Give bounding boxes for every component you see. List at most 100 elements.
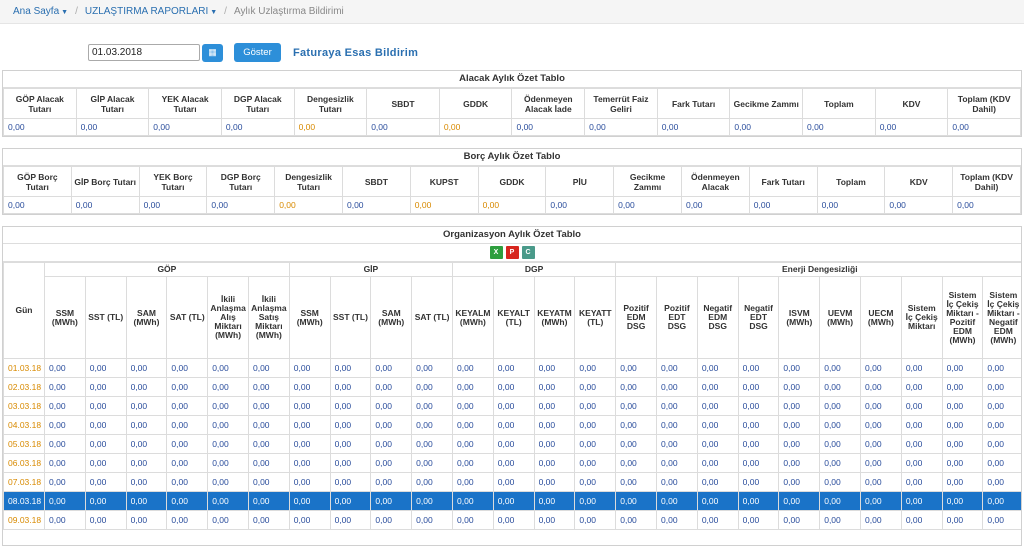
breadcrumb-current: Aylık Uzlaştırma Bildirimi: [233, 6, 344, 17]
value-cell: 0,00: [574, 396, 617, 416]
value-cell: 0,00: [778, 415, 821, 435]
day-cell[interactable]: 01.03.18: [3, 358, 45, 378]
value-cell: 0,00: [411, 434, 453, 454]
alacak-header: Fark Tutarı: [656, 88, 731, 119]
column-header: SAM (MWh): [370, 276, 413, 359]
value-cell: 0,00: [492, 358, 535, 378]
value-cell: 0,00: [370, 453, 413, 473]
column-header: İkili Anlaşma Alış Miktarı (MWh): [207, 276, 249, 359]
borc-header: GÖP Borç Tutarı: [3, 166, 72, 197]
day-cell[interactable]: 04.03.18: [3, 415, 45, 435]
alacak-header: Dengesizlik Tutarı: [293, 88, 368, 119]
value-cell: 0,00: [900, 358, 943, 378]
borc-title: Borç Aylık Özet Tablo: [3, 149, 1021, 166]
value-cell: 0,00: [288, 510, 331, 530]
value-cell: 0,00: [696, 453, 739, 473]
day-cell[interactable]: 02.03.18: [3, 377, 45, 397]
table-row[interactable]: 06.03.18 0,00 0,00 0,00 0,00 0,00 0,00 0,00 0,00…: [3, 453, 1021, 473]
value-cell: 0,00: [574, 472, 617, 492]
day-cell[interactable]: 06.03.18: [3, 453, 45, 473]
day-cell[interactable]: 08.03.18: [3, 491, 45, 511]
value-cell: 0,00: [247, 510, 290, 530]
value-cell: 0,00: [84, 415, 127, 435]
group-header: GİP: [288, 262, 454, 277]
show-button[interactable]: Göster: [234, 43, 281, 62]
breadcrumb-home[interactable]: Ana Sayfa ▼: [13, 6, 68, 17]
value-cell: 0,00: [84, 491, 127, 511]
value-cell: 0,00: [329, 510, 372, 530]
org-panel: Organizasyon Aylık Özet Tablo X P C Gün G…: [2, 226, 1022, 546]
table-row[interactable]: 05.03.18 0,00 0,00 0,00 0,00 0,00 0,00 0,00 0,00…: [3, 434, 1021, 454]
day-cell[interactable]: 07.03.18: [3, 472, 45, 492]
value-cell: 0,00: [288, 396, 331, 416]
alacak-header: GİP Alacak Tutarı: [75, 88, 150, 119]
excel-icon[interactable]: X: [489, 246, 503, 259]
date-input[interactable]: [88, 44, 200, 61]
value-cell: 0,00: [819, 491, 862, 511]
table-row[interactable]: 04.03.18 0,00 0,00 0,00 0,00 0,00 0,00 0,00 0,00…: [3, 415, 1021, 435]
value-cell: 0,00: [533, 453, 576, 473]
column-header: ISVM (MWh): [778, 276, 821, 359]
day-cell[interactable]: 09.03.18: [3, 510, 45, 530]
value-cell: 0,00: [247, 491, 290, 511]
value-cell: 0,00: [247, 415, 290, 435]
value-cell: 0,00: [778, 510, 821, 530]
column-header: SST (TL): [329, 276, 372, 359]
value-cell: 0,00: [411, 453, 453, 473]
borc-header: DGP Borç Tutarı: [206, 166, 276, 197]
alacak-title: Alacak Aylık Özet Tablo: [3, 71, 1021, 88]
value-cell: 0,00: [696, 472, 739, 492]
column-header: SST (TL): [84, 276, 127, 359]
value-cell: 0,00: [737, 434, 780, 454]
value-cell: 0,00: [696, 358, 739, 378]
value-cell: 0,00: [44, 358, 86, 378]
column-header: Sistem İç Çekiş Miktarı - Pozitif EDM (M…: [941, 276, 984, 359]
value-cell: 0,00: [615, 453, 658, 473]
value-cell: 0,00: [982, 434, 1021, 454]
value-cell: 0,00: [574, 377, 617, 397]
value-cell: 0,00: [819, 453, 862, 473]
value-cell: 0,00: [452, 377, 494, 397]
alacak-panel: Alacak Aylık Özet Tablo GÖP Alacak Tutar…: [2, 70, 1022, 137]
alacak-value: 0,00: [3, 118, 77, 136]
column-header: SSM (MWh): [288, 276, 331, 359]
value-cell: 0,00: [656, 396, 698, 416]
value-cell: 0,00: [84, 358, 127, 378]
value-cell: 0,00: [819, 377, 862, 397]
table-row[interactable]: 02.03.18 0,00 0,00 0,00 0,00 0,00 0,00 0,00 0,00…: [3, 377, 1021, 397]
column-header: KEYATM (MWh): [533, 276, 576, 359]
value-cell: 0,00: [819, 396, 862, 416]
value-cell: 0,00: [492, 434, 535, 454]
borc-panel: Borç Aylık Özet Tablo GÖP Borç Tutarı GİP…: [2, 148, 1022, 215]
pdf-icon[interactable]: P: [505, 246, 519, 259]
value-cell: 0,00: [288, 358, 331, 378]
value-cell: 0,00: [125, 396, 168, 416]
day-cell[interactable]: 03.03.18: [3, 396, 45, 416]
export-icons: X P C: [3, 244, 1021, 262]
borc-value: 0,00: [274, 196, 343, 214]
borc-header: Ödenmeyen Alacak: [680, 166, 750, 197]
value-cell: 0,00: [288, 434, 331, 454]
value-cell: 0,00: [656, 377, 698, 397]
value-cell: 0,00: [941, 491, 984, 511]
page-title: Faturaya Esas Bildirim: [293, 46, 419, 59]
value-cell: 0,00: [288, 472, 331, 492]
table-row[interactable]: 09.03.18 0,00 0,00 0,00 0,00 0,00 0,00 0,00 0,00…: [3, 510, 1021, 530]
day-header: Gün: [3, 262, 45, 359]
borc-value: 0,00: [680, 196, 750, 214]
alacak-header: SBDT: [366, 88, 440, 119]
value-cell: 0,00: [860, 396, 902, 416]
value-cell: 0,00: [982, 491, 1021, 511]
value-cell: 0,00: [44, 510, 86, 530]
calendar-button[interactable]: ▦: [202, 43, 223, 62]
group-header: GÖP: [44, 262, 290, 277]
table-row[interactable]: 07.03.18 0,00 0,00 0,00 0,00 0,00 0,00 0,00 0,00…: [3, 472, 1021, 492]
table-row[interactable]: 08.03.18 0,00 0,00 0,00 0,00 0,00 0,00 0,00 0,00…: [3, 491, 1021, 511]
table-row[interactable]: 03.03.18 0,00 0,00 0,00 0,00 0,00 0,00 0,00 0,00…: [3, 396, 1021, 416]
breadcrumb-reports[interactable]: UZLAŞTIRMA RAPORLARI ▼: [85, 6, 217, 17]
value-cell: 0,00: [737, 510, 780, 530]
day-cell[interactable]: 05.03.18: [3, 434, 45, 454]
value-cell: 0,00: [982, 453, 1021, 473]
csv-icon[interactable]: C: [521, 246, 535, 259]
table-row[interactable]: 01.03.18 0,00 0,00 0,00 0,00 0,00 0,00 0,00 0,00…: [3, 358, 1021, 378]
